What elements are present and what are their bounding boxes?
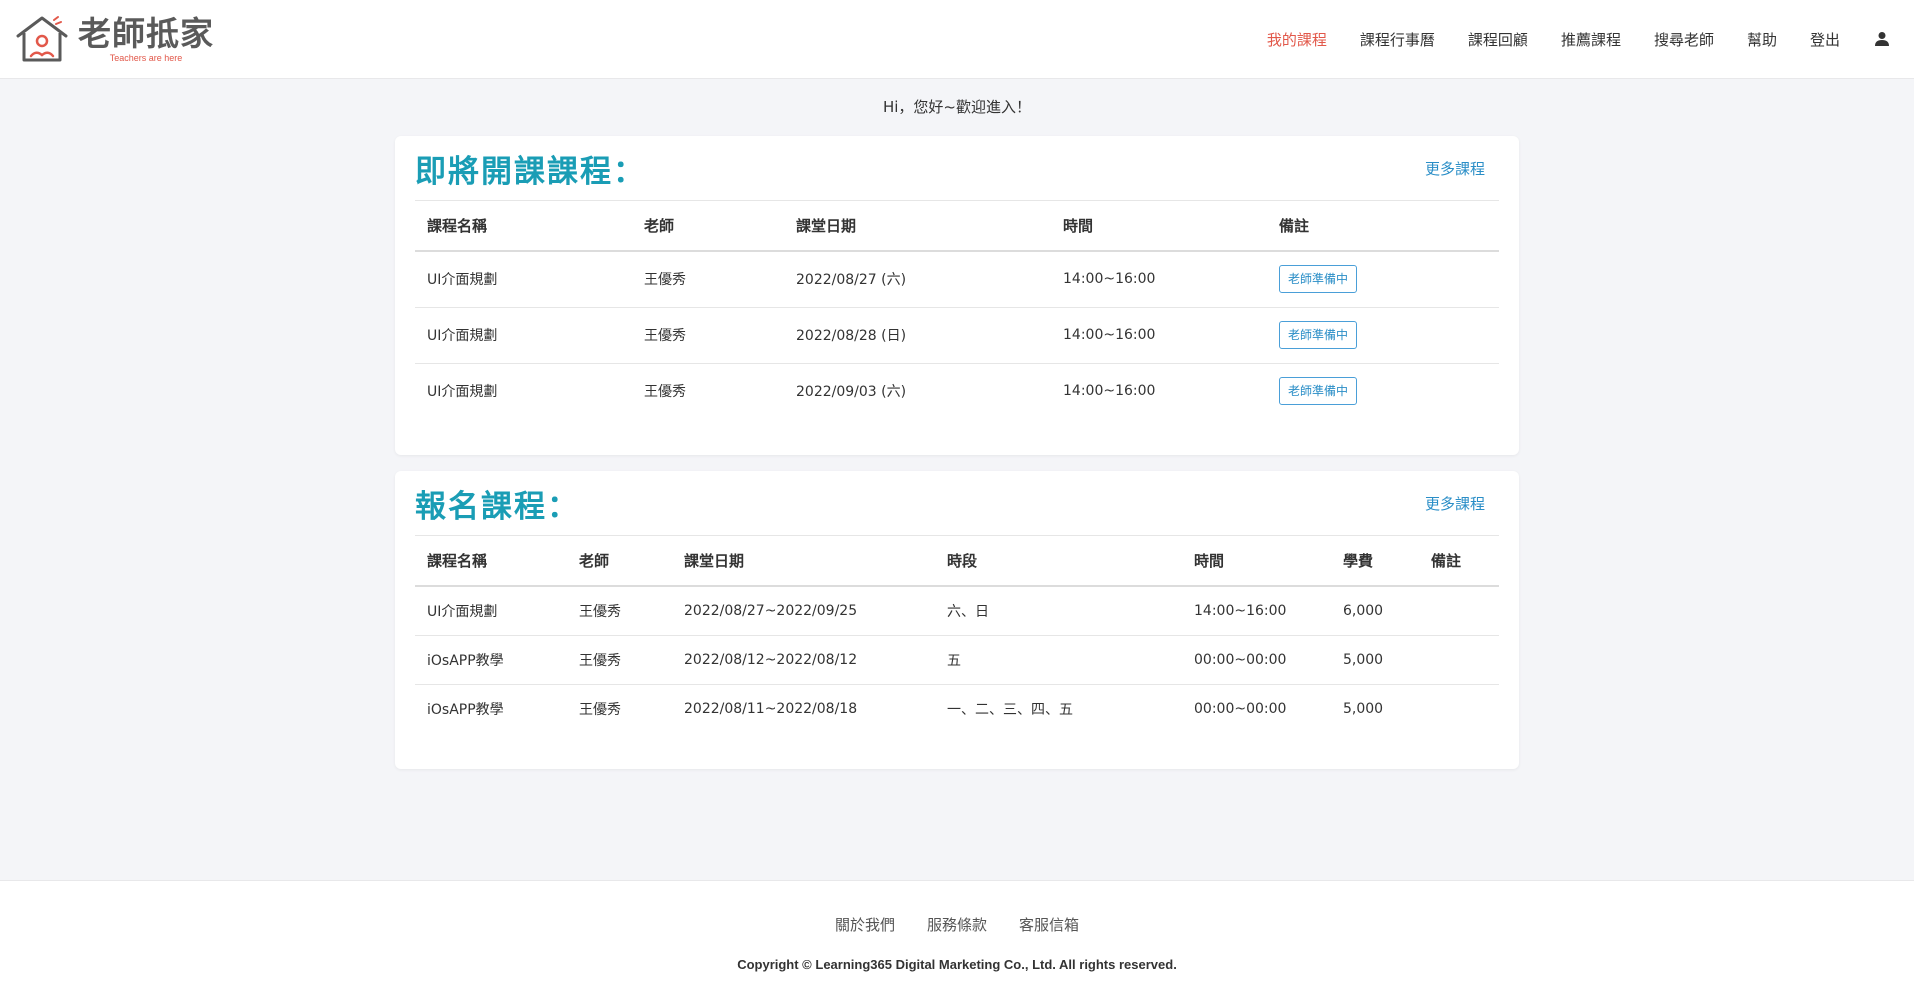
- table-row: UI介面規劃 王優秀 2022/08/27~2022/09/25 六、日 14:…: [415, 586, 1499, 636]
- tuition-fee: 5,000: [1331, 635, 1419, 685]
- upcoming-courses-table: 課程名稱 老師 課堂日期 時間 備註 UI介面規劃 王優秀 2022/08/27…: [415, 201, 1499, 419]
- main-nav: 我的課程 課程行事曆 課程回顧 推薦課程 搜尋老師 幫助 登出: [1234, 29, 1900, 50]
- note: [1419, 586, 1499, 636]
- class-date: 2022/09/03 (六): [796, 384, 907, 401]
- table-header-row: 課程名稱 老師 課堂日期 時間 備註: [415, 201, 1499, 252]
- col-time: 時間: [1182, 536, 1331, 587]
- date-range: 2022/08/11~2022/08/18: [684, 700, 858, 717]
- course-name: iOsAPP教學: [427, 701, 504, 718]
- table-row: iOsAPP教學 王優秀 2022/08/11~2022/08/18 一、二、三…: [415, 684, 1499, 733]
- status-badge[interactable]: 老師準備中: [1279, 265, 1358, 294]
- class-date: 2022/08/28 (日): [784, 307, 1051, 364]
- weekdays: 一、二、三、四、五: [947, 701, 1073, 718]
- upcoming-courses-card: 即將開課課程： 更多課程 課程名稱 老師 課堂日期 時間 備註 UI介面規劃 王…: [395, 136, 1519, 455]
- col-note: 備註: [1267, 201, 1499, 252]
- page-footer: 關於我們 服務條款 客服信箱 Copyright © Learning365 D…: [0, 880, 1914, 990]
- upcoming-more-link[interactable]: 更多課程: [1425, 158, 1485, 179]
- col-note: 備註: [1419, 536, 1499, 587]
- nav-recommended-courses[interactable]: 推薦課程: [1561, 29, 1621, 50]
- teacher-name: 王優秀: [644, 384, 686, 401]
- course-name: iOsAPP教學: [415, 635, 567, 685]
- col-time: 時間: [1051, 201, 1267, 252]
- note: [1419, 635, 1499, 685]
- course-name: UI介面規劃: [415, 307, 632, 364]
- table-header-row: 課程名稱 老師 課堂日期 時段 時間 學費 備註: [415, 536, 1499, 587]
- nav-course-calendar[interactable]: 課程行事曆: [1360, 29, 1435, 50]
- col-course-name: 課程名稱: [415, 536, 567, 587]
- brand-name: 老師抵家: [78, 13, 214, 53]
- class-time: 14:00~16:00: [1051, 307, 1267, 364]
- col-weekdays: 時段: [935, 536, 1182, 587]
- top-header: 老師抵家 Teachers are here 我的課程 課程行事曆 課程回顧 推…: [0, 0, 1914, 79]
- enrolled-courses-card: 報名課程： 更多課程 課程名稱 老師 課堂日期 時段 時間 學費 備註 UI介面…: [395, 471, 1519, 769]
- footer-terms-link[interactable]: 服務條款: [927, 914, 987, 935]
- note: [1419, 684, 1499, 733]
- col-teacher: 老師: [632, 201, 784, 252]
- course-name: UI介面規劃: [415, 586, 567, 636]
- upcoming-courses-title: 即將開課課程：: [415, 153, 646, 190]
- tuition-fee: 6,000: [1331, 586, 1419, 636]
- footer-about-link[interactable]: 關於我們: [835, 914, 895, 935]
- class-date: 2022/08/27 (六): [784, 251, 1051, 308]
- class-time: 14:00~16:00: [1063, 383, 1156, 400]
- col-teacher: 老師: [567, 536, 672, 587]
- copyright-text: Copyright © Learning365 Digital Marketin…: [737, 957, 1177, 972]
- date-range: 2022/08/12~2022/08/12: [672, 635, 935, 685]
- date-range: 2022/08/27~2022/09/25: [672, 586, 935, 636]
- col-class-date: 課堂日期: [672, 536, 935, 587]
- nav-help[interactable]: 幫助: [1747, 29, 1777, 50]
- course-name: UI介面規劃: [427, 384, 498, 401]
- weekdays: 五: [935, 635, 1182, 685]
- teacher-name: 王優秀: [579, 701, 621, 718]
- class-time: 00:00~00:00: [1194, 700, 1287, 717]
- col-course-name: 課程名稱: [415, 201, 632, 252]
- table-row: UI介面規劃 王優秀 2022/08/28 (日) 14:00~16:00 老師…: [415, 307, 1499, 364]
- col-class-date: 課堂日期: [784, 201, 1051, 252]
- enrolled-courses-table: 課程名稱 老師 課堂日期 時段 時間 學費 備註 UI介面規劃 王優秀 2022…: [415, 536, 1499, 733]
- welcome-greeting: Hi，您好~歡迎進入！: [882, 98, 1032, 116]
- house-logo-icon: [16, 16, 68, 62]
- table-row: UI介面規劃 王優秀 2022/08/27 (六) 14:00~16:00 老師…: [415, 251, 1499, 308]
- enrolled-more-link[interactable]: 更多課程: [1425, 493, 1485, 514]
- nav-course-review[interactable]: 課程回顧: [1468, 29, 1528, 50]
- class-time: 14:00~16:00: [1051, 251, 1267, 308]
- brand-logo[interactable]: 老師抵家 Teachers are here: [14, 14, 214, 64]
- nav-logout[interactable]: 登出: [1810, 29, 1840, 50]
- brand-tagline: Teachers are here: [109, 52, 183, 63]
- teacher-name: 王優秀: [632, 251, 784, 308]
- user-icon[interactable]: [1874, 31, 1890, 47]
- table-row: iOsAPP教學 王優秀 2022/08/12~2022/08/12 五 00:…: [415, 635, 1499, 685]
- col-fee: 學費: [1331, 536, 1419, 587]
- nav-my-courses[interactable]: 我的課程: [1267, 29, 1327, 50]
- status-badge[interactable]: 老師準備中: [1279, 321, 1358, 349]
- status-badge[interactable]: 老師準備中: [1279, 377, 1358, 406]
- class-time: 00:00~00:00: [1182, 635, 1331, 685]
- teacher-name: 王優秀: [567, 586, 672, 636]
- tuition-fee: 5,000: [1343, 700, 1384, 717]
- footer-support-email-link[interactable]: 客服信箱: [1019, 914, 1079, 935]
- enrolled-courses-title: 報名課程：: [415, 488, 580, 525]
- class-time: 14:00~16:00: [1182, 586, 1331, 636]
- teacher-name: 王優秀: [567, 635, 672, 685]
- weekdays: 六、日: [935, 586, 1182, 636]
- nav-search-teacher[interactable]: 搜尋老師: [1654, 29, 1714, 50]
- teacher-name: 王優秀: [632, 307, 784, 364]
- course-name: UI介面規劃: [415, 251, 632, 308]
- table-row: UI介面規劃 王優秀 2022/09/03 (六) 14:00~16:00 老師…: [415, 363, 1499, 419]
